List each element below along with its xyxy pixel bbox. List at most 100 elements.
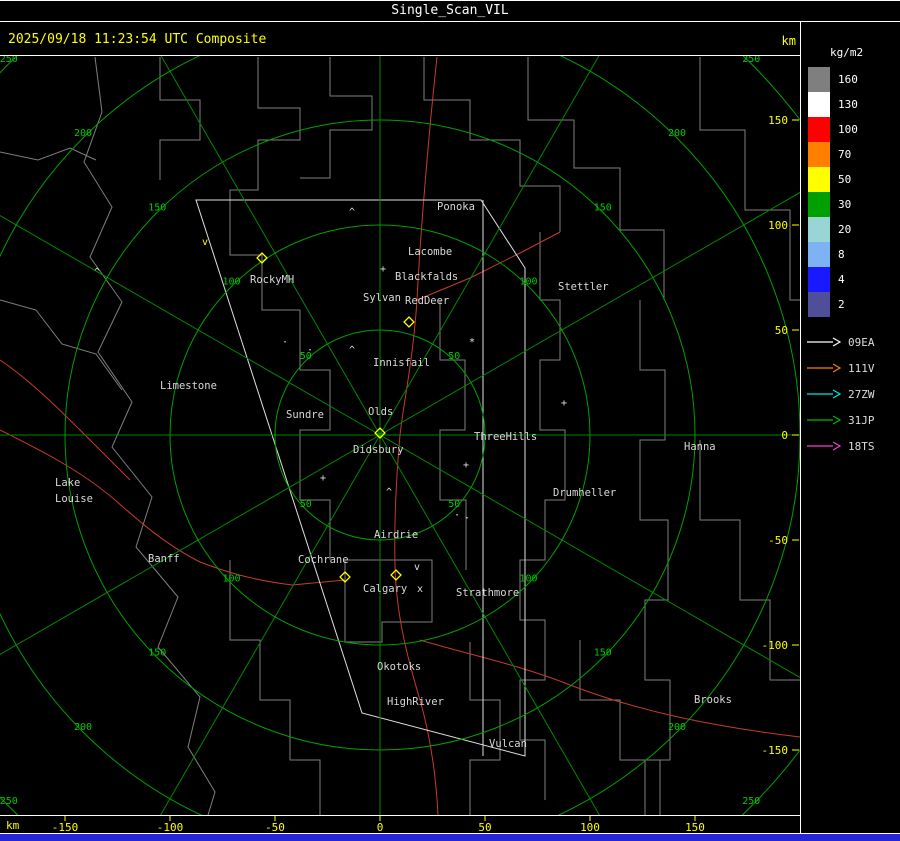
site-arrow-icon xyxy=(807,441,842,451)
site-id-label: 09EA xyxy=(848,335,875,349)
scale-value-label: 20 xyxy=(838,223,852,236)
scale-color-swatch xyxy=(808,267,830,292)
scale-color-swatch xyxy=(808,92,830,117)
radar-site-legend: 09EA 111V 27ZW 31JP 18TS xyxy=(806,329,900,459)
scale-value-label: 4 xyxy=(838,273,845,286)
map-marker: ^ xyxy=(386,487,392,498)
legend-units-label: kg/m2 xyxy=(830,46,864,59)
range-ring xyxy=(0,56,800,815)
radial-line xyxy=(0,215,381,436)
scale-value-label: 8 xyxy=(838,248,845,261)
scale-entry: 50 xyxy=(808,167,900,192)
site-legend-entry: 111V xyxy=(806,355,900,381)
city-label: Sundre xyxy=(286,409,324,421)
scale-value-label: 160 xyxy=(838,73,858,86)
city-label: Drumheller xyxy=(553,487,616,499)
city-label: Louise xyxy=(55,493,93,505)
city-label: Stettler xyxy=(558,281,609,293)
scale-entry: 8 xyxy=(808,242,900,267)
city-label: Olds xyxy=(368,406,393,418)
city-label: Sylvan xyxy=(363,292,401,304)
arrow-head xyxy=(832,415,842,425)
city-label: Brooks xyxy=(694,694,732,706)
scale-entry: 20 xyxy=(808,217,900,242)
map-marker: · xyxy=(282,337,288,348)
site-arrow-icon xyxy=(807,415,842,425)
city-label: Limestone xyxy=(160,380,217,392)
scale-value-label: 70 xyxy=(838,148,852,161)
ring-distance-label: 200 xyxy=(74,128,92,139)
arrow-head xyxy=(832,441,842,451)
scale-color-swatch xyxy=(808,242,830,267)
site-id-label: 18TS xyxy=(848,439,875,453)
site-legend-entry: 09EA xyxy=(806,329,900,355)
axes-layer: -150 -100 -50 0 50 100 150150100500-50-100-150 xyxy=(52,114,799,834)
map-border-top xyxy=(0,55,800,56)
city-label: Ponoka xyxy=(437,201,475,213)
right-axis-label: 100 xyxy=(768,219,788,232)
arrow-head xyxy=(832,337,842,347)
site-id-label: 31JP xyxy=(848,413,875,427)
window-title: Single_Scan_VIL xyxy=(391,3,509,18)
arrow-head xyxy=(832,363,842,373)
map-marker: ^ xyxy=(94,267,100,278)
scale-entry: 30 xyxy=(808,192,900,217)
city-label: Okotoks xyxy=(377,661,421,673)
scale-value-label: 2 xyxy=(838,298,845,311)
city-label: Lacombe xyxy=(408,246,452,258)
city-label: Banff xyxy=(148,553,180,565)
ring-distance-label: 100 xyxy=(222,277,240,288)
city-label: RockyMH xyxy=(250,274,294,286)
ring-distance-label: 100 xyxy=(519,277,537,288)
city-label: HighRiver xyxy=(387,696,444,708)
scale-color-swatch xyxy=(808,142,830,167)
title-bar: Single_Scan_VIL xyxy=(0,1,900,22)
scale-entry: 100 xyxy=(808,117,900,142)
city-label: Airdrie xyxy=(374,529,418,541)
map-marker: · xyxy=(307,345,313,356)
ring-distance-label: 100 xyxy=(222,573,240,584)
ring-distance-label: 150 xyxy=(594,648,612,659)
scale-value-label: 30 xyxy=(838,198,852,211)
ring-distance-label: 50 xyxy=(300,499,312,510)
scale-entry: 70 xyxy=(808,142,900,167)
ring-distance-label: 200 xyxy=(74,722,92,733)
radar-site-marker xyxy=(403,316,415,328)
city-label: RedDeer xyxy=(405,295,449,307)
ring-distance-label: 50 xyxy=(448,351,460,362)
scale-color-swatch xyxy=(808,67,830,92)
scale-color-swatch xyxy=(808,167,830,192)
site-id-label: 111V xyxy=(848,361,875,375)
site-arrow-icon xyxy=(807,337,842,347)
scale-entry: 2 xyxy=(808,292,900,317)
city-label: Blackfalds xyxy=(395,271,458,283)
city-label: Lake xyxy=(55,477,80,489)
city-label: Vulcan xyxy=(489,738,527,750)
site-legend-entry: 27ZW xyxy=(806,381,900,407)
city-label: Calgary xyxy=(363,583,407,595)
site-legend-entry: 18TS xyxy=(806,433,900,459)
radar-map-canvas[interactable]: 505050 50100100100 100150150150 15020020020… xyxy=(0,0,900,841)
scale-color-swatch xyxy=(808,192,830,217)
right-axis-label: 50 xyxy=(775,324,788,337)
ring-distance-label: 200 xyxy=(668,722,686,733)
map-marker: v xyxy=(414,562,420,573)
map-marker: · xyxy=(464,513,470,524)
right-axis-label: -150 xyxy=(762,744,789,757)
scale-color-swatch xyxy=(808,117,830,142)
city-label: Didsbury xyxy=(353,444,404,456)
scale-color-swatch xyxy=(808,217,830,242)
map-marker: + xyxy=(561,398,567,409)
site-legend-entry: 31JP xyxy=(806,407,900,433)
ring-distance-label: 150 xyxy=(148,648,166,659)
range-rings-layer: 50 50 50 50 100 100 100 100 150 150 150 150 200 200 20… xyxy=(0,56,800,815)
scale-value-label: 50 xyxy=(838,173,852,186)
ring-distance-label: 250 xyxy=(0,796,18,807)
right-axis-label: -50 xyxy=(768,534,788,547)
map-marker: x xyxy=(417,584,423,595)
legend-panel: kg/m2 160 130 100 70 50 30 20 8 4 2 09EA 111V 27ZW 3… xyxy=(801,22,900,833)
scale-entry: 4 xyxy=(808,267,900,292)
ring-distance-label: 250 xyxy=(742,796,760,807)
site-id-label: 27ZW xyxy=(848,387,875,401)
radar-window: 50 50 50 50 100 100 100 100 150 150 150 150 200 200 20… xyxy=(0,0,900,841)
